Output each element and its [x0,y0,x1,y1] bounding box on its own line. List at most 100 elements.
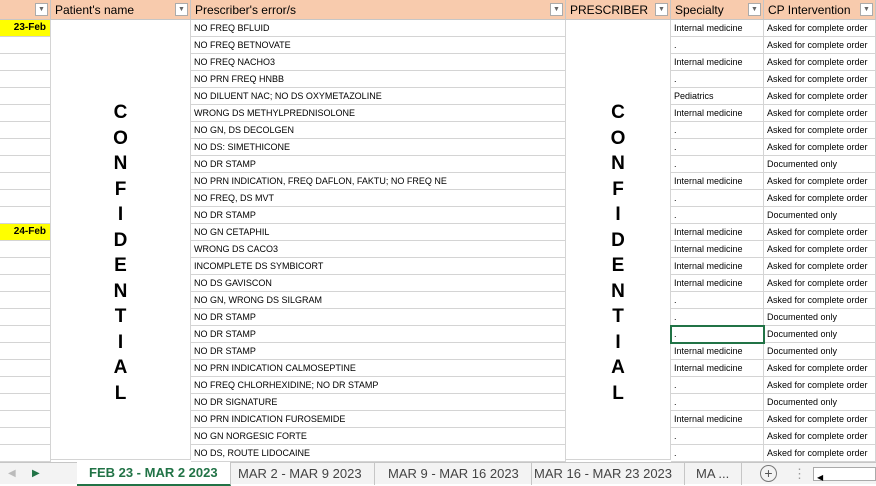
intervention-cell[interactable]: Asked for complete order [764,360,876,377]
intervention-cell[interactable]: Asked for complete order [764,122,876,139]
specialty-cell[interactable]: Internal medicine [671,275,764,292]
specialty-cell[interactable]: Internal medicine [671,343,764,360]
date-cell[interactable] [0,428,51,445]
specialty-cell[interactable]: . [671,122,764,139]
header-patient-name[interactable]: Patient's name ▼ [51,0,191,20]
specialty-cell[interactable]: Internal medicine [671,105,764,122]
intervention-cell[interactable]: Asked for complete order [764,445,876,462]
intervention-cell[interactable]: Asked for complete order [764,377,876,394]
specialty-cell[interactable]: . [671,428,764,445]
error-cell[interactable]: NO GN NORGESIC FORTE [191,428,566,445]
date-cell[interactable] [0,37,51,54]
error-cell[interactable]: NO PRN INDICATION FUROSEMIDE [191,411,566,428]
sheet-tab[interactable]: MAR 9 - MAR 16 2023 [376,463,532,485]
specialty-cell[interactable]: Internal medicine [671,20,764,37]
specialty-cell[interactable]: Internal medicine [671,241,764,258]
specialty-cell[interactable]: . [671,207,764,224]
header-prescriber-error[interactable]: Prescriber's error/s ▼ [191,0,566,20]
scroll-tabs-right-icon[interactable]: ▶ [32,463,40,485]
intervention-cell[interactable]: Asked for complete order [764,292,876,309]
filter-dropdown-icon[interactable]: ▼ [748,3,761,16]
error-cell[interactable]: NO DS GAVISCON [191,275,566,292]
date-cell[interactable] [0,139,51,156]
specialty-cell[interactable]: . [670,325,765,344]
date-cell[interactable] [0,394,51,411]
specialty-cell[interactable]: . [671,37,764,54]
date-cell[interactable] [0,343,51,360]
error-cell[interactable]: NO GN CETAPHIL [191,224,566,241]
date-cell[interactable] [0,71,51,88]
specialty-cell[interactable]: . [671,377,764,394]
specialty-cell[interactable]: . [671,394,764,411]
specialty-cell[interactable]: Internal medicine [671,224,764,241]
filter-dropdown-icon[interactable]: ▼ [860,3,873,16]
date-cell[interactable] [0,258,51,275]
header-date[interactable]: ▼ [0,0,51,20]
filter-dropdown-icon[interactable]: ▼ [655,3,668,16]
date-cell[interactable] [0,445,51,462]
sheet-tab[interactable]: MA ... [684,463,743,485]
intervention-cell[interactable]: Documented only [764,156,876,173]
date-cell[interactable] [0,122,51,139]
error-cell[interactable]: WRONG DS METHYLPREDNISOLONE [191,105,566,122]
split-handle-icon[interactable]: ⋮ [793,463,806,485]
specialty-cell[interactable]: Internal medicine [671,54,764,71]
add-sheet-icon[interactable]: + [760,465,777,482]
error-cell[interactable]: NO FREQ, DS MVT [191,190,566,207]
error-cell[interactable]: NO DILUENT NAC; NO DS OXYMETAZOLINE [191,88,566,105]
date-cell[interactable] [0,190,51,207]
filter-dropdown-icon[interactable]: ▼ [550,3,563,16]
error-cell[interactable]: NO DS, ROUTE LIDOCAINE [191,445,566,462]
horizontal-scrollbar[interactable]: ◀ [813,467,876,482]
error-cell[interactable]: NO DR STAMP [191,207,566,224]
date-cell[interactable] [0,241,51,258]
error-cell[interactable]: NO PRN INDICATION, FREQ DAFLON, FAKTU; N… [191,173,566,190]
error-cell[interactable]: NO DR STAMP [191,156,566,173]
filter-dropdown-icon[interactable]: ▼ [175,3,188,16]
intervention-cell[interactable]: Asked for complete order [764,71,876,88]
specialty-cell[interactable]: . [671,190,764,207]
patient-name-merged-cell[interactable]: CONFIDENTIAL [51,20,191,460]
error-cell[interactable]: NO DR SIGNATURE [191,394,566,411]
date-cell[interactable] [0,275,51,292]
error-cell[interactable]: NO GN, DS DECOLGEN [191,122,566,139]
specialty-cell[interactable]: . [671,139,764,156]
date-cell[interactable] [0,360,51,377]
intervention-cell[interactable]: Documented only [764,309,876,326]
intervention-cell[interactable]: Asked for complete order [764,37,876,54]
date-cell[interactable]: 24-Feb [0,224,51,241]
error-cell[interactable]: NO FREQ BFLUID [191,20,566,37]
specialty-cell[interactable]: Internal medicine [671,258,764,275]
intervention-cell[interactable]: Documented only [764,326,876,343]
error-cell[interactable]: NO DR STAMP [191,343,566,360]
date-cell[interactable] [0,292,51,309]
date-cell[interactable] [0,377,51,394]
date-cell[interactable] [0,54,51,71]
sheet-tab[interactable]: MAR 2 - MAR 9 2023 [226,463,375,485]
filter-dropdown-icon[interactable]: ▼ [35,3,48,16]
specialty-cell[interactable]: Internal medicine [671,411,764,428]
intervention-cell[interactable]: Asked for complete order [764,54,876,71]
specialty-cell[interactable]: . [671,71,764,88]
prescriber-merged-cell[interactable]: CONFIDENTIAL [566,20,671,460]
scroll-tabs-left-icon[interactable]: ◀ [8,463,16,485]
header-cp-intervention[interactable]: CP Intervention ▼ [764,0,876,20]
error-cell[interactable]: NO FREQ NACHO3 [191,54,566,71]
specialty-cell[interactable]: Internal medicine [671,173,764,190]
date-cell[interactable] [0,207,51,224]
specialty-cell[interactable]: . [671,292,764,309]
intervention-cell[interactable]: Asked for complete order [764,275,876,292]
intervention-cell[interactable]: Documented only [764,207,876,224]
error-cell[interactable]: NO DS: SIMETHICONE [191,139,566,156]
error-cell[interactable]: INCOMPLETE DS SYMBICORT [191,258,566,275]
scroll-left-icon[interactable]: ◀ [814,473,823,482]
specialty-cell[interactable]: . [671,445,764,462]
intervention-cell[interactable]: Asked for complete order [764,224,876,241]
intervention-cell[interactable]: Asked for complete order [764,105,876,122]
intervention-cell[interactable]: Asked for complete order [764,258,876,275]
error-cell[interactable]: WRONG DS CACO3 [191,241,566,258]
header-specialty[interactable]: Specialty ▼ [671,0,764,20]
sheet-tab[interactable]: FEB 23 - MAR 2 2023 [77,462,231,486]
date-cell[interactable] [0,173,51,190]
intervention-cell[interactable]: Asked for complete order [764,190,876,207]
